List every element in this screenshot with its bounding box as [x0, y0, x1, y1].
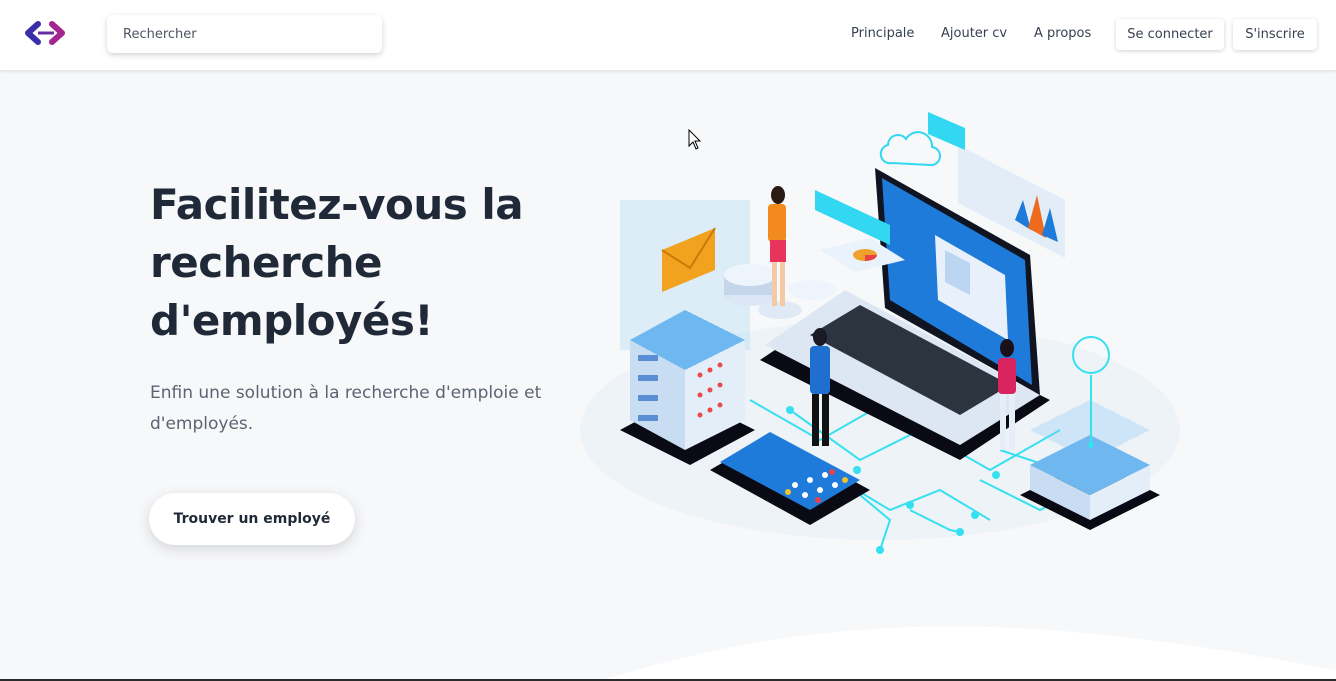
hero-subtitle: Enfin une solution à la recherche d'empl…	[150, 383, 542, 434]
cloud-icon	[879, 131, 941, 167]
nav-link-principale[interactable]: Principale	[851, 26, 914, 41]
search-input[interactable]	[107, 15, 382, 53]
hero-title: Facilitez-vous la recherche d'employés!	[150, 180, 524, 345]
mouse-cursor-icon	[688, 129, 702, 150]
nav-link-a-propos[interactable]: A propos	[1034, 26, 1091, 41]
nav-link-ajouter-cv[interactable]: Ajouter cv	[941, 26, 1007, 41]
navbar: Principale Ajouter cv A propos Se connec…	[0, 0, 1336, 70]
login-button[interactable]: Se connecter	[1116, 19, 1224, 50]
message-card-icon	[928, 112, 965, 150]
bottom-wave-decoration	[0, 626, 1336, 681]
find-employee-button[interactable]: Trouver un employé	[149, 493, 355, 545]
signup-button[interactable]: S'inscrire	[1233, 19, 1317, 50]
code-brackets-icon[interactable]	[24, 18, 68, 48]
hero-illustration	[580, 112, 1180, 554]
